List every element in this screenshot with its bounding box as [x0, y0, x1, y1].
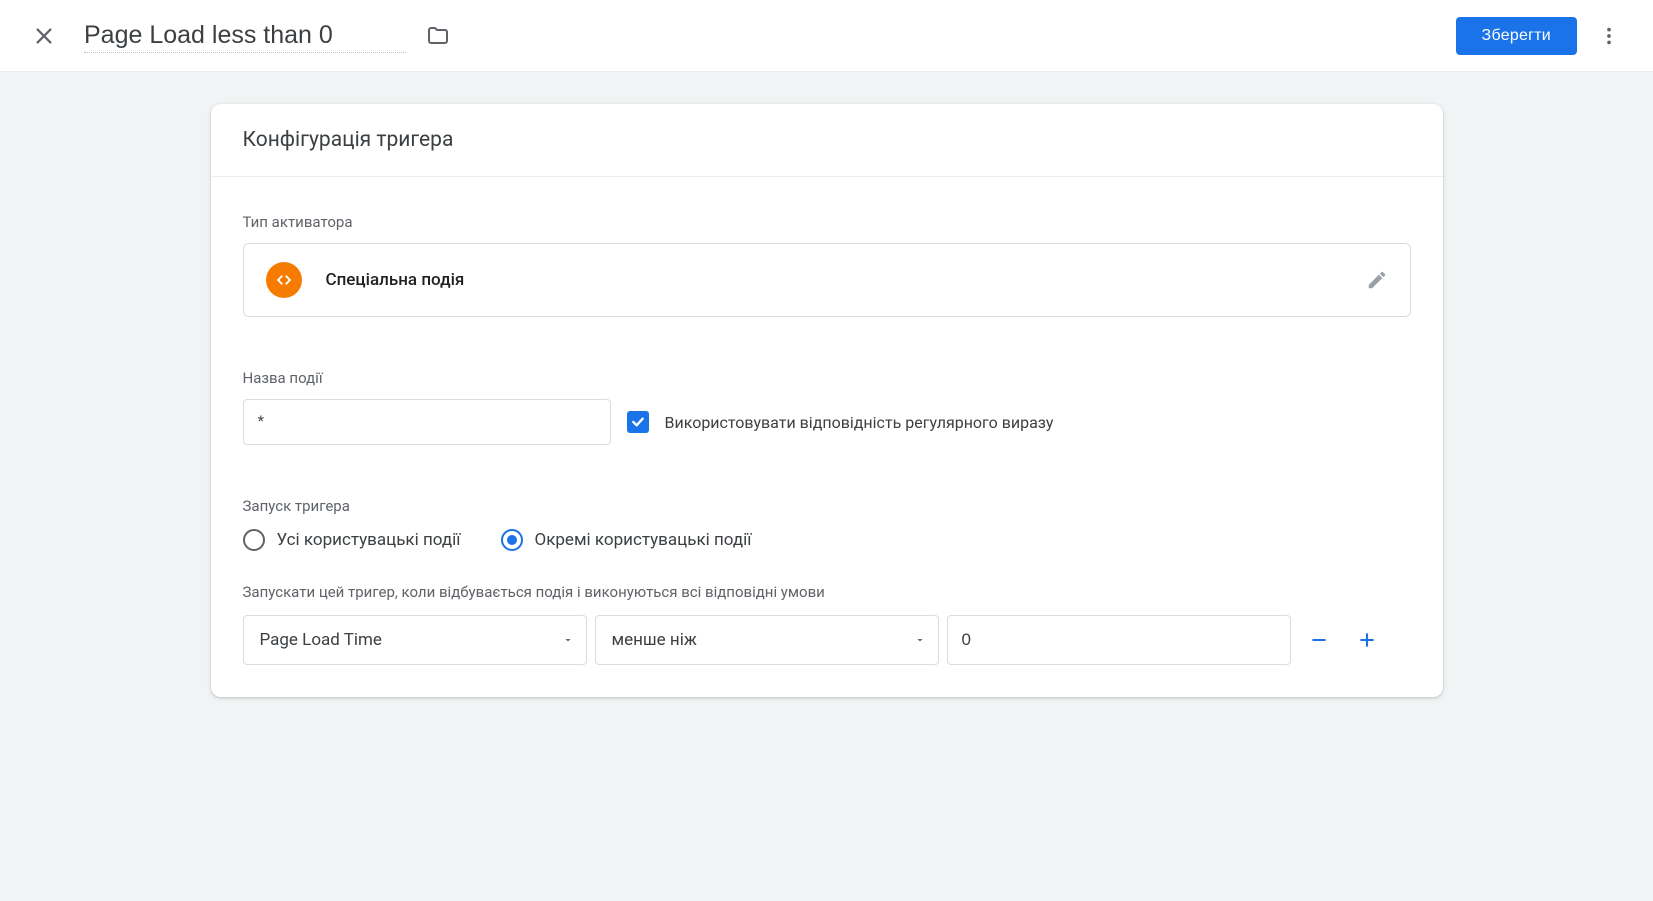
radio-some-events[interactable]: Окремі користувацькі події — [501, 529, 752, 551]
more-vert-icon — [1598, 25, 1620, 47]
save-button[interactable]: Зберегти — [1456, 17, 1577, 55]
event-name-label: Назва події — [243, 369, 1411, 387]
radio-on-icon — [501, 529, 523, 551]
radio-all-events[interactable]: Усі користувацькі події — [243, 529, 461, 551]
folder-button[interactable] — [418, 16, 458, 56]
chevron-down-icon — [914, 634, 926, 646]
folder-icon — [426, 24, 450, 48]
close-icon — [33, 25, 55, 47]
trigger-config-card: Конфігурація тригера Тип активатора Спец… — [211, 104, 1443, 697]
condition-variable-select[interactable]: Page Load Time — [243, 615, 587, 665]
type-label: Тип активатора — [243, 213, 1411, 231]
plus-icon — [1357, 630, 1377, 650]
trigger-title-input[interactable] — [84, 19, 406, 53]
topbar: Зберегти — [0, 0, 1653, 72]
trigger-type-selector[interactable]: Спеціальна подія — [243, 243, 1411, 317]
radio-some-label: Окремі користувацькі події — [535, 530, 752, 550]
chevron-down-icon — [562, 634, 574, 646]
regex-checkbox[interactable] — [627, 411, 649, 433]
check-icon — [630, 414, 646, 430]
trigger-type-name: Спеціальна подія — [326, 270, 1342, 290]
custom-event-icon — [266, 262, 302, 298]
minus-icon — [1309, 630, 1329, 650]
condition-variable-value: Page Load Time — [260, 630, 382, 650]
regex-checkbox-label: Використовувати відповідність регулярног… — [665, 413, 1054, 432]
condition-operator-value: менше ніж — [612, 630, 697, 650]
fires-on-label: Запуск тригера — [243, 497, 1411, 515]
card-title: Конфігурація тригера — [211, 104, 1443, 177]
add-condition-button[interactable] — [1347, 620, 1387, 660]
edit-icon — [1366, 269, 1388, 291]
remove-condition-button[interactable] — [1299, 620, 1339, 660]
condition-label: Запускати цей тригер, коли відбувається … — [243, 583, 1411, 601]
condition-value-input[interactable] — [947, 615, 1291, 665]
event-name-input[interactable] — [243, 399, 611, 445]
more-menu-button[interactable] — [1589, 16, 1629, 56]
close-button[interactable] — [20, 12, 68, 60]
content-surface: Конфігурація тригера Тип активатора Спец… — [0, 72, 1653, 901]
radio-all-label: Усі користувацькі події — [277, 530, 461, 550]
condition-operator-select[interactable]: менше ніж — [595, 615, 939, 665]
radio-off-icon — [243, 529, 265, 551]
